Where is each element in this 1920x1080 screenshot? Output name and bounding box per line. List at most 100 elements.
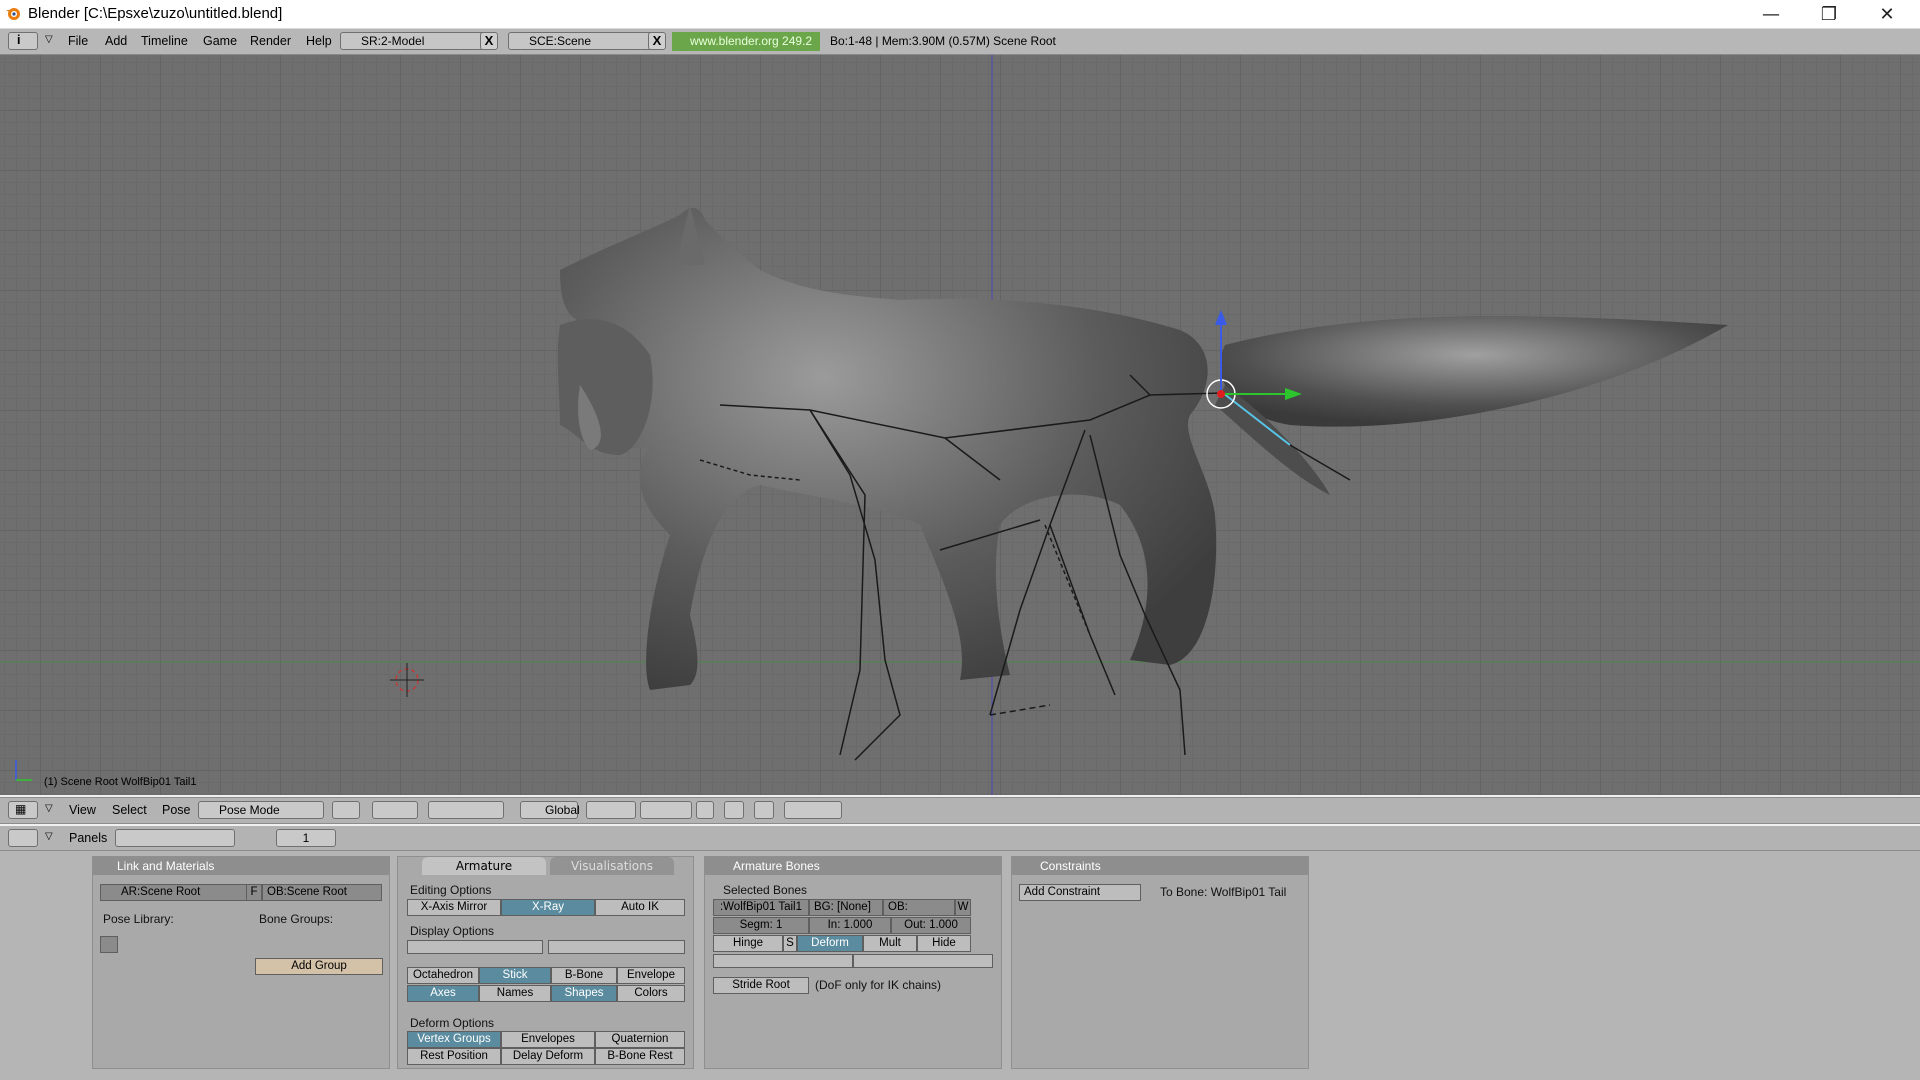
frame-number-field[interactable]: 1: [276, 829, 336, 847]
menu-pose[interactable]: Pose: [162, 803, 191, 817]
bone-layers-row-1[interactable]: [407, 940, 543, 954]
x-ray-button[interactable]: X-Ray: [501, 899, 595, 916]
hinge-button[interactable]: Hinge: [713, 935, 783, 952]
auto-ik-button[interactable]: Auto IK: [595, 899, 685, 916]
copy-paste-pose-buttons[interactable]: [784, 801, 842, 819]
close-button[interactable]: ✕: [1858, 0, 1916, 28]
vertex-groups-button[interactable]: Vertex Groups: [407, 1031, 501, 1048]
stride-root-button[interactable]: Stride Root: [713, 977, 809, 994]
pivot-button[interactable]: [372, 801, 418, 819]
orientation-label: Global: [545, 803, 580, 817]
bone-name-field[interactable]: :WolfBip01 Tail1: [713, 899, 809, 916]
envelope-button[interactable]: Envelope: [617, 967, 685, 984]
hide-button[interactable]: Hide: [917, 935, 971, 952]
segments-field[interactable]: Segm: 1: [713, 917, 809, 934]
info-header: i ▽ File Add Timeline Game Render Help S…: [0, 29, 1920, 55]
window-title: Blender [C:\Epsxe\zuzo\untitled.blend]: [28, 5, 283, 22]
bone-layer-row-2[interactable]: [853, 954, 993, 968]
collapse-menu-icon[interactable]: ▽: [45, 34, 53, 45]
fake-user-button[interactable]: F: [246, 884, 262, 901]
snap-icon[interactable]: [724, 801, 744, 819]
context-buttons[interactable]: [115, 829, 235, 847]
delay-deform-button[interactable]: Delay Deform: [501, 1048, 595, 1065]
bone-groups-label: Bone Groups:: [259, 912, 334, 926]
view-editor-type-button[interactable]: ▦: [8, 801, 38, 819]
colors-button[interactable]: Colors: [617, 985, 685, 1002]
ease-out-field[interactable]: Out: 1.000: [891, 917, 971, 934]
menu-select[interactable]: Select: [112, 803, 147, 817]
b-bone-button[interactable]: B-Bone: [551, 967, 617, 984]
selected-bones-label: Selected Bones: [723, 883, 808, 897]
viewport-status: (1) Scene Root WolfBip01 Tail1: [44, 776, 197, 788]
tab-armature[interactable]: Armature: [422, 857, 546, 875]
armature-panel: Armature Visualisations Editing Options …: [397, 856, 694, 1069]
display-options-label: Display Options: [410, 924, 495, 938]
collapse-menu-icon[interactable]: ▽: [45, 803, 53, 814]
pose-library-label: Pose Library:: [103, 912, 174, 926]
buttons-header: ▽ Panels 1: [0, 826, 1920, 851]
shapes-button[interactable]: Shapes: [551, 985, 617, 1002]
add-group-button[interactable]: Add Group: [255, 958, 383, 975]
minimize-button[interactable]: —: [1742, 0, 1800, 28]
screen-field[interactable]: SR:2-Model: [340, 32, 488, 50]
scene-delete-button[interactable]: X: [648, 32, 666, 50]
w-button[interactable]: W: [955, 899, 971, 916]
octahedron-button[interactable]: Octahedron: [407, 967, 479, 984]
render-icon[interactable]: [754, 801, 774, 819]
object-field[interactable]: OB:Scene Root: [262, 884, 382, 901]
bone-parent-field[interactable]: OB:: [883, 899, 955, 916]
menu-timeline[interactable]: Timeline: [141, 34, 188, 48]
blender-logo-icon: [6, 8, 20, 20]
s-button[interactable]: S: [783, 935, 797, 952]
shading-button[interactable]: [332, 801, 360, 819]
bone-group-field[interactable]: BG: [None]: [809, 899, 883, 916]
menu-game[interactable]: Game: [203, 34, 237, 48]
names-button[interactable]: Names: [479, 985, 551, 1002]
collapse-menu-icon[interactable]: ▽: [45, 831, 53, 842]
menu-add[interactable]: Add: [105, 34, 127, 48]
menu-file[interactable]: File: [68, 34, 88, 48]
pose-library-selector[interactable]: [100, 936, 118, 953]
bone-layers-row-2[interactable]: [548, 940, 685, 954]
3d-view-header: ▦ ▽ View Select Pose Pose Mode Global: [0, 797, 1920, 824]
tab-visualisations[interactable]: Visualisations: [550, 857, 674, 875]
lock-icon[interactable]: [696, 801, 714, 819]
manipulator-toggle[interactable]: [428, 801, 504, 819]
armature-data-field[interactable]: AR:Scene Root: [100, 884, 248, 901]
link-materials-title[interactable]: Link and Materials: [93, 857, 389, 875]
constraints-title[interactable]: Constraints: [1012, 857, 1308, 875]
add-constraint-button[interactable]: Add Constraint: [1019, 884, 1141, 901]
restore-button[interactable]: ❐: [1800, 0, 1858, 28]
rest-position-button[interactable]: Rest Position: [407, 1048, 501, 1065]
orientation-selector[interactable]: Global: [520, 801, 580, 819]
mult-button[interactable]: Mult: [863, 935, 917, 952]
axes-button[interactable]: Axes: [407, 985, 479, 1002]
envelopes-button[interactable]: Envelopes: [501, 1031, 595, 1048]
bone-layer-row-1[interactable]: [713, 954, 853, 968]
ease-in-field[interactable]: In: 1.000: [809, 917, 891, 934]
scene-field[interactable]: SCE:Scene: [508, 32, 658, 50]
layers-row-2[interactable]: [640, 801, 692, 819]
x-axis-mirror-button[interactable]: X-Axis Mirror: [407, 899, 501, 916]
mode-selector[interactable]: Pose Mode: [198, 801, 324, 819]
info-editor-type-button[interactable]: i: [8, 32, 38, 50]
b-bone-rest-button[interactable]: B-Bone Rest: [595, 1048, 685, 1065]
deform-options-label: Deform Options: [410, 1016, 495, 1030]
3d-cursor: [390, 663, 424, 697]
stick-button[interactable]: Stick: [479, 967, 551, 984]
layers-row-1[interactable]: [586, 801, 636, 819]
axis-gizmo-icon: [15, 760, 32, 781]
quaternion-button[interactable]: Quaternion: [595, 1031, 685, 1048]
menu-help[interactable]: Help: [306, 34, 332, 48]
screen-delete-button[interactable]: X: [480, 32, 498, 50]
menu-view[interactable]: View: [69, 803, 96, 817]
buttons-editor-type-button[interactable]: [8, 829, 38, 847]
menu-render[interactable]: Render: [250, 34, 291, 48]
website-link[interactable]: www.blender.org 249.2: [672, 32, 820, 51]
frame-number: 1: [302, 831, 310, 845]
deform-button[interactable]: Deform: [797, 935, 863, 952]
info-icon: i: [17, 33, 21, 47]
editing-options-label: Editing Options: [410, 883, 492, 897]
3d-viewport[interactable]: (1) Scene Root WolfBip01 Tail1: [0, 55, 1920, 795]
armature-bones-title[interactable]: Armature Bones: [705, 857, 1001, 875]
